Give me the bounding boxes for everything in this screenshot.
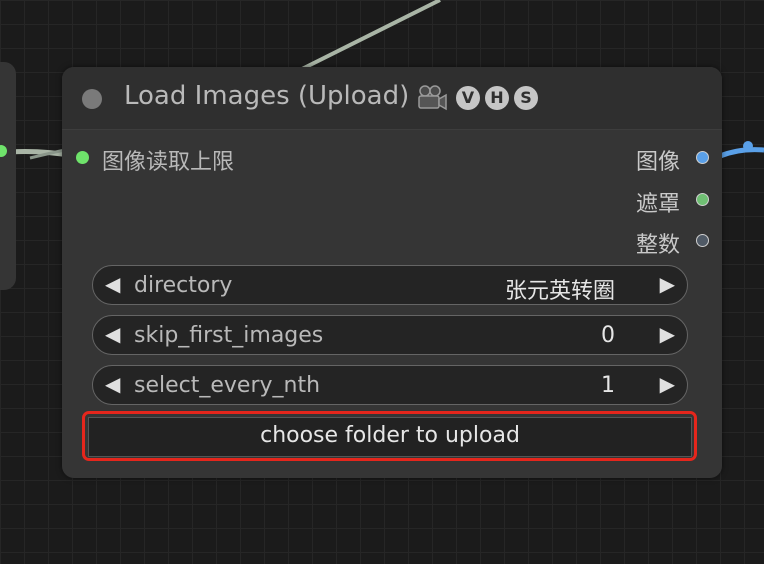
widget-name: select_every_nth <box>134 373 321 398</box>
wire-top <box>289 0 441 77</box>
widget-name: directory <box>134 273 233 298</box>
badge-s: S <box>514 86 538 110</box>
movie-camera-icon <box>418 85 447 111</box>
widget-directory[interactable]: ◀ directory 张元英转圈 ▶ <box>92 265 688 305</box>
widget-value: 1 <box>601 373 615 398</box>
node-title-bar[interactable]: Load Images (Upload) V H S <box>62 67 722 130</box>
input-slot-label: 图像读取上限 <box>102 150 235 175</box>
widget-value: 0 <box>601 323 615 348</box>
node-title: Load Images (Upload) <box>124 81 410 111</box>
arrow-left-icon[interactable]: ◀ <box>105 322 120 346</box>
widget-value: 张元英转圈 <box>504 279 615 304</box>
widget-select-every-nth[interactable]: ◀ select_every_nth 1 ▶ <box>92 365 688 405</box>
output-slot-mask[interactable] <box>696 193 709 206</box>
output-label-mask: 遮罩 <box>635 192 680 217</box>
badge-v: V <box>456 86 480 110</box>
arrow-left-icon[interactable]: ◀ <box>105 272 120 296</box>
arrow-right-icon[interactable]: ▶ <box>660 372 675 396</box>
widget-skip-first-images[interactable]: ◀ skip_first_images 0 ▶ <box>92 315 688 355</box>
arrow-right-icon[interactable]: ▶ <box>660 272 675 296</box>
wire-output-reroute <box>743 141 753 151</box>
input-slot-dot[interactable] <box>76 151 89 164</box>
widget-name: skip_first_images <box>134 323 324 348</box>
arrow-right-icon[interactable]: ▶ <box>660 322 675 346</box>
adjacent-node[interactable] <box>0 62 16 290</box>
output-slot-image[interactable] <box>696 151 709 164</box>
output-slot-int[interactable] <box>696 234 709 247</box>
wire-output <box>719 147 764 159</box>
collapse-dot-icon[interactable] <box>82 89 102 109</box>
badge-h: H <box>485 86 509 110</box>
highlight-box <box>82 411 697 461</box>
output-label-int: 整数 <box>635 233 680 258</box>
output-label-image: 图像 <box>635 150 680 175</box>
arrow-left-icon[interactable]: ◀ <box>105 372 120 396</box>
